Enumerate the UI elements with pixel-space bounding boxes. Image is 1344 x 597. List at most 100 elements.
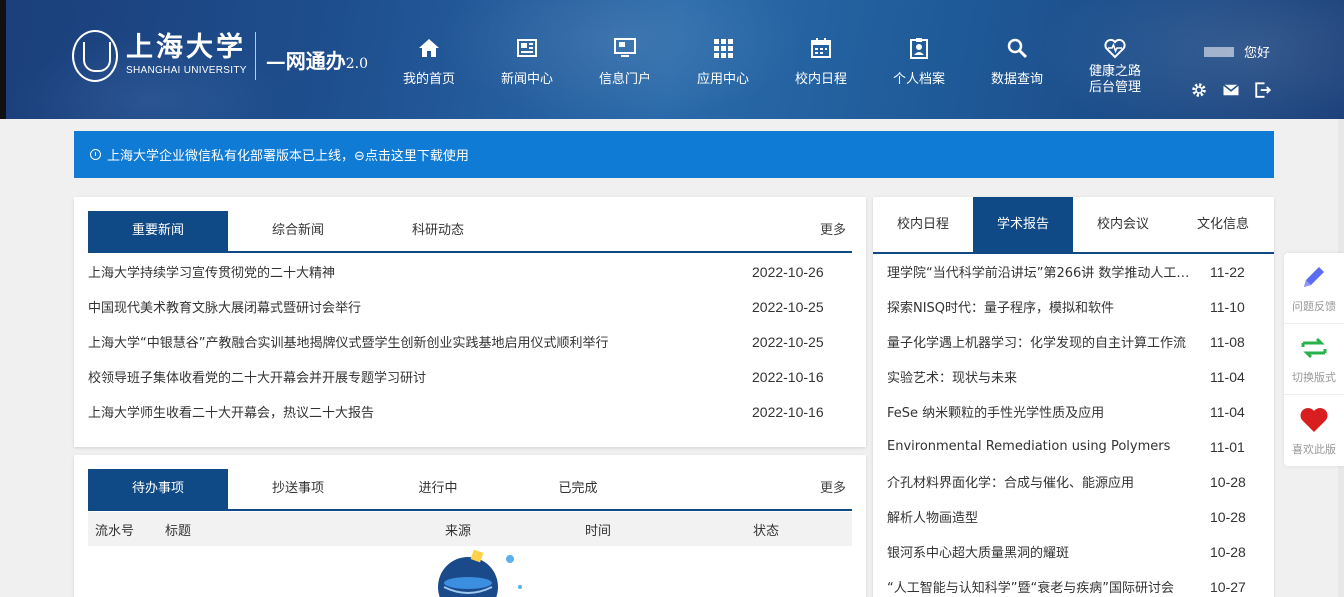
news-item[interactable]: 中国现代美术教育文脉大展闭幕式暨研讨会举行 2022-10-25 (88, 289, 852, 324)
heart-icon (1300, 407, 1328, 432)
academic-item[interactable]: 探索NISQ时代：量子程序，模拟和软件 11-10 (887, 289, 1267, 324)
pencil-icon (1304, 267, 1324, 287)
academic-date: 11-22 (1210, 263, 1245, 280)
calendar-icon (811, 38, 831, 58)
tab-todo[interactable]: 待办事项 (88, 469, 228, 509)
tab-academic-reports[interactable]: 学术报告 (973, 197, 1073, 252)
nav-news[interactable]: 新闻中心 (478, 36, 576, 96)
tab-important-news[interactable]: 重要新闻 (88, 211, 228, 251)
logo-text: 上海大学 SHANGHAI UNIVERSITY (126, 33, 247, 79)
academic-tabs: 校内日程 学术报告 校内会议 文化信息 (873, 197, 1274, 254)
news-panel: 重要新闻 综合新闻 科研动态 更多 上海大学持续学习宣传贯彻党的二十大精神 202… (74, 197, 866, 447)
version-text: 2.0 (345, 55, 368, 72)
subtitle-text: —网通办 (265, 48, 346, 73)
logo-subtitle: —网通办2.0 (266, 45, 368, 74)
news-more-link[interactable]: 更多 (820, 211, 852, 251)
empty-state-illustration (438, 549, 522, 597)
academic-date: 10-28 (1210, 508, 1246, 525)
academic-date: 10-28 (1210, 473, 1246, 490)
logo[interactable]: 上海大学 SHANGHAI UNIVERSITY —网通办2.0 (72, 30, 368, 82)
academic-date: 11-04 (1210, 368, 1245, 385)
home-icon (419, 39, 439, 57)
nav-health-admin[interactable]: 健康之路 后台管理 (1066, 36, 1164, 96)
user-actions (1190, 81, 1290, 99)
news-title: 上海大学持续学习宣传贯彻党的二十大精神 (88, 266, 336, 281)
news-date: 2022-10-25 (752, 298, 824, 315)
like-layout-button[interactable]: 喜欢此版 (1284, 395, 1344, 466)
user-greeting[interactable]: 您好 (1190, 42, 1290, 61)
todo-more-link[interactable]: 更多 (820, 469, 852, 509)
todo-panel: 待办事项 抄送事项 进行中 已完成 更多 流水号 标题 来源 时间 状态 (74, 455, 866, 597)
todo-tabs: 待办事项 抄送事项 进行中 已完成 更多 (88, 469, 852, 511)
nav-label: 数据查询 (990, 72, 1043, 87)
university-seal-icon (72, 30, 118, 82)
download-link[interactable]: ⊖点击这里下载使用 (354, 145, 469, 164)
academic-item[interactable]: FeSe 纳米颗粒的手性光学性质及应用 11-04 (887, 394, 1267, 429)
nav-profile[interactable]: 个人档案 (870, 36, 968, 96)
academic-item[interactable]: 介孔材料界面化学：合成与催化、能源应用 10-28 (887, 464, 1267, 499)
academic-title: Environmental Remediation using Polymers (887, 439, 1171, 454)
tab-completed[interactable]: 已完成 (508, 469, 648, 509)
tab-general-news[interactable]: 综合新闻 (228, 211, 368, 251)
academic-panel: 校内日程 学术报告 校内会议 文化信息 理学院“当代科学前沿讲坛”第266讲 数… (873, 197, 1274, 597)
news-date: 2022-10-26 (752, 263, 824, 280)
news-item[interactable]: 上海大学持续学习宣传贯彻党的二十大精神 2022-10-26 (88, 254, 852, 289)
heart-pulse-icon (1104, 38, 1126, 59)
news-icon (517, 39, 537, 57)
tab-in-progress[interactable]: 进行中 (368, 469, 508, 509)
academic-title: 实验艺术：现状与未来 (887, 371, 1018, 386)
nav-label: 个人档案 (892, 72, 945, 87)
academic-date: 11-10 (1210, 298, 1245, 315)
news-item[interactable]: 校领导班子集体收看党的二十大开幕会并开展专题学习研讨 2022-10-16 (88, 359, 852, 394)
nav-calendar[interactable]: 校内日程 (772, 36, 870, 96)
nav-label: 信息门户 (598, 72, 651, 87)
feedback-button[interactable]: 问题反馈 (1284, 253, 1344, 324)
news-item[interactable]: 上海大学“中银慧谷”产教融合实训基地揭牌仪式暨学生创新创业实践基地启用仪式顺利举… (88, 324, 852, 359)
switch-arrows-icon (1301, 337, 1327, 359)
academic-title: 探索NISQ时代：量子程序，模拟和软件 (887, 301, 1115, 316)
nav-label: 后台管理 (1088, 80, 1141, 95)
nav-home[interactable]: 我的首页 (380, 36, 478, 96)
news-date: 2022-10-16 (752, 403, 824, 420)
news-title: 上海大学师生收看二十大开幕会，热议二十大报告 (88, 406, 375, 421)
logo-en: SHANGHAI UNIVERSITY (126, 65, 247, 76)
nav-label: 健康之路 (1088, 64, 1141, 79)
settings-icon[interactable] (1190, 81, 1208, 99)
academic-item[interactable]: Environmental Remediation using Polymers… (887, 429, 1267, 464)
academic-item[interactable]: “人工智能与认知科学”暨“衰老与疾病”国际研讨会 10-27 (887, 569, 1267, 597)
nav-data-query[interactable]: 数据查询 (968, 36, 1066, 96)
tab-research-news[interactable]: 科研动态 (368, 211, 508, 251)
news-item[interactable]: 上海大学师生收看二十大开幕会，热议二十大报告 2022-10-16 (88, 394, 852, 429)
switch-layout-button[interactable]: 切换版式 (1284, 324, 1344, 395)
tab-campus-meetings[interactable]: 校内会议 (1073, 197, 1173, 252)
side-label: 问题反馈 (1292, 300, 1336, 313)
academic-item[interactable]: 解析人物画造型 10-28 (887, 499, 1267, 534)
col-source: 来源 (445, 523, 472, 539)
nav-portal[interactable]: 信息门户 (576, 36, 674, 96)
academic-list: 理学院“当代科学前沿讲坛”第266讲 数学推动人工智能 11-22 探索NISQ时… (887, 254, 1267, 597)
tab-culture-info[interactable]: 文化信息 (1173, 197, 1273, 252)
academic-date: 11-08 (1210, 333, 1245, 350)
search-icon (1007, 38, 1028, 59)
main-nav: 我的首页 新闻中心 信息门户 应用中心 校内日程 个人档案 数据查询 健康之路 (380, 36, 1164, 96)
logout-icon[interactable] (1254, 81, 1272, 99)
username-redacted (1203, 46, 1234, 57)
academic-title: “人工智能与认知科学”暨“衰老与疾病”国际研讨会 (887, 581, 1174, 596)
nav-apps[interactable]: 应用中心 (674, 36, 772, 96)
profile-icon (910, 38, 928, 59)
mail-icon[interactable] (1222, 81, 1240, 99)
academic-title: 银河系中心超大质量黑洞的耀斑 (887, 546, 1070, 561)
academic-date: 11-01 (1210, 438, 1245, 455)
news-title: 上海大学“中银慧谷”产教融合实训基地揭牌仪式暨学生创新创业实践基地启用仪式顺利举… (88, 336, 609, 351)
col-serial: 流水号 (95, 523, 135, 539)
academic-item[interactable]: 量子化学遇上机器学习：化学发现的自主计算工作流 11-08 (887, 324, 1267, 359)
academic-item[interactable]: 银河系中心超大质量黑洞的耀斑 10-28 (887, 534, 1267, 569)
tab-campus-schedule[interactable]: 校内日程 (873, 197, 973, 252)
academic-date: 10-27 (1210, 578, 1246, 595)
user-area: 您好 (1190, 42, 1290, 99)
news-date: 2022-10-16 (752, 368, 824, 385)
academic-item[interactable]: 实验艺术：现状与未来 11-04 (887, 359, 1267, 394)
tab-cc[interactable]: 抄送事项 (228, 469, 368, 509)
academic-item[interactable]: 理学院“当代科学前沿讲坛”第266讲 数学推动人工智能 11-22 (887, 254, 1267, 289)
col-time: 时间 (585, 523, 612, 539)
